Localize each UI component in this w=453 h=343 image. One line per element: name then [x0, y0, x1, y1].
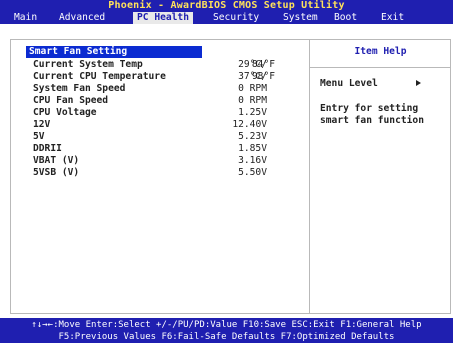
tab-exit[interactable]: Exit: [377, 12, 408, 24]
item-value-secondary: 84°F: [251, 59, 275, 70]
help-divider: [310, 67, 451, 68]
tab-advanced[interactable]: Advanced: [55, 12, 109, 24]
item-label: CPU Voltage: [33, 107, 97, 118]
item-label: Current System Temp: [33, 59, 143, 70]
menu-level: Menu Level: [320, 78, 450, 89]
item-value: 0 RPM: [238, 83, 267, 94]
window-title: Phoenix - AwardBIOS CMOS Setup Utility: [0, 0, 453, 12]
item-label: DDRII: [33, 143, 62, 154]
item-value: 1.85V: [238, 143, 267, 154]
item-value: 5.50V: [238, 167, 267, 178]
tab-main[interactable]: Main: [10, 12, 41, 24]
right-arrow-icon: [416, 80, 421, 86]
help-text-line-2: smart fan function: [320, 115, 424, 126]
item-label: VBAT (V): [33, 155, 80, 166]
item-value: 12.40V: [232, 119, 267, 130]
item-value: 0 RPM: [238, 95, 267, 106]
menu-bar: Main Advanced PC Health Security System …: [0, 12, 453, 24]
item-label: 12V: [33, 119, 51, 130]
submenu-arrow-icon: [15, 48, 21, 56]
item-label: Current CPU Temperature: [33, 71, 166, 82]
item-help-panel: Item Help Menu Level Entry for setting s…: [309, 40, 451, 313]
item-label: System Fan Speed: [33, 83, 126, 94]
item-value: 5.23V: [238, 131, 267, 142]
settings-list: Smart Fan Setting Current System Temp 29…: [11, 40, 309, 313]
bios-screen: Phoenix - AwardBIOS CMOS Setup Utility M…: [0, 0, 453, 343]
main-panel: Smart Fan Setting Current System Temp 29…: [10, 39, 451, 314]
tab-pc-health[interactable]: PC Health: [133, 12, 193, 24]
help-title: Item Help: [354, 46, 407, 57]
item-value: 3.16V: [238, 155, 267, 166]
item-value: 1.25V: [238, 107, 267, 118]
item-value-secondary: 98°F: [251, 71, 275, 82]
item-label: Smart Fan Setting: [26, 46, 202, 58]
footer-line-2: F5:Previous Values F6:Fail-Safe Defaults…: [58, 332, 395, 342]
item-label: 5V: [33, 131, 45, 142]
tab-security[interactable]: Security: [209, 12, 263, 24]
item-label: CPU Fan Speed: [33, 95, 109, 106]
item-label: 5VSB (V): [33, 167, 80, 178]
tab-boot[interactable]: Boot: [330, 12, 361, 24]
tab-system[interactable]: System: [279, 12, 322, 24]
help-text-line-1: Entry for setting: [320, 103, 419, 114]
key-hints-footer: ↑↓→←:Move Enter:Select +/-/PU/PD:Value F…: [0, 318, 453, 343]
menu-level-label: Menu Level: [320, 78, 378, 89]
footer-line-1: ↑↓→←:Move Enter:Select +/-/PU/PD:Value F…: [31, 320, 422, 330]
